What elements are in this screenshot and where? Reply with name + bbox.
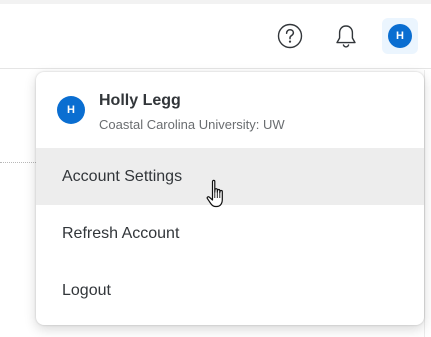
menu-item-refresh-account[interactable]: Refresh Account [36,205,424,262]
help-button[interactable] [272,18,308,54]
user-info: H Holly Legg Coastal Carolina University… [36,72,424,148]
avatar: H [57,96,85,124]
bell-icon [336,25,356,48]
user-organization: Coastal Carolina University: UW [99,117,285,132]
user-avatar-button[interactable]: H [382,18,418,54]
divider [0,162,36,163]
user-name: Holly Legg [99,92,181,109]
shell-header: H [0,4,431,69]
question-circle-icon [277,23,303,49]
menu-item-logout[interactable]: Logout [36,262,424,319]
avatar: H [388,24,412,48]
notifications-button[interactable] [328,18,364,54]
divider [424,70,425,337]
hand-pointer-icon [206,179,223,208]
